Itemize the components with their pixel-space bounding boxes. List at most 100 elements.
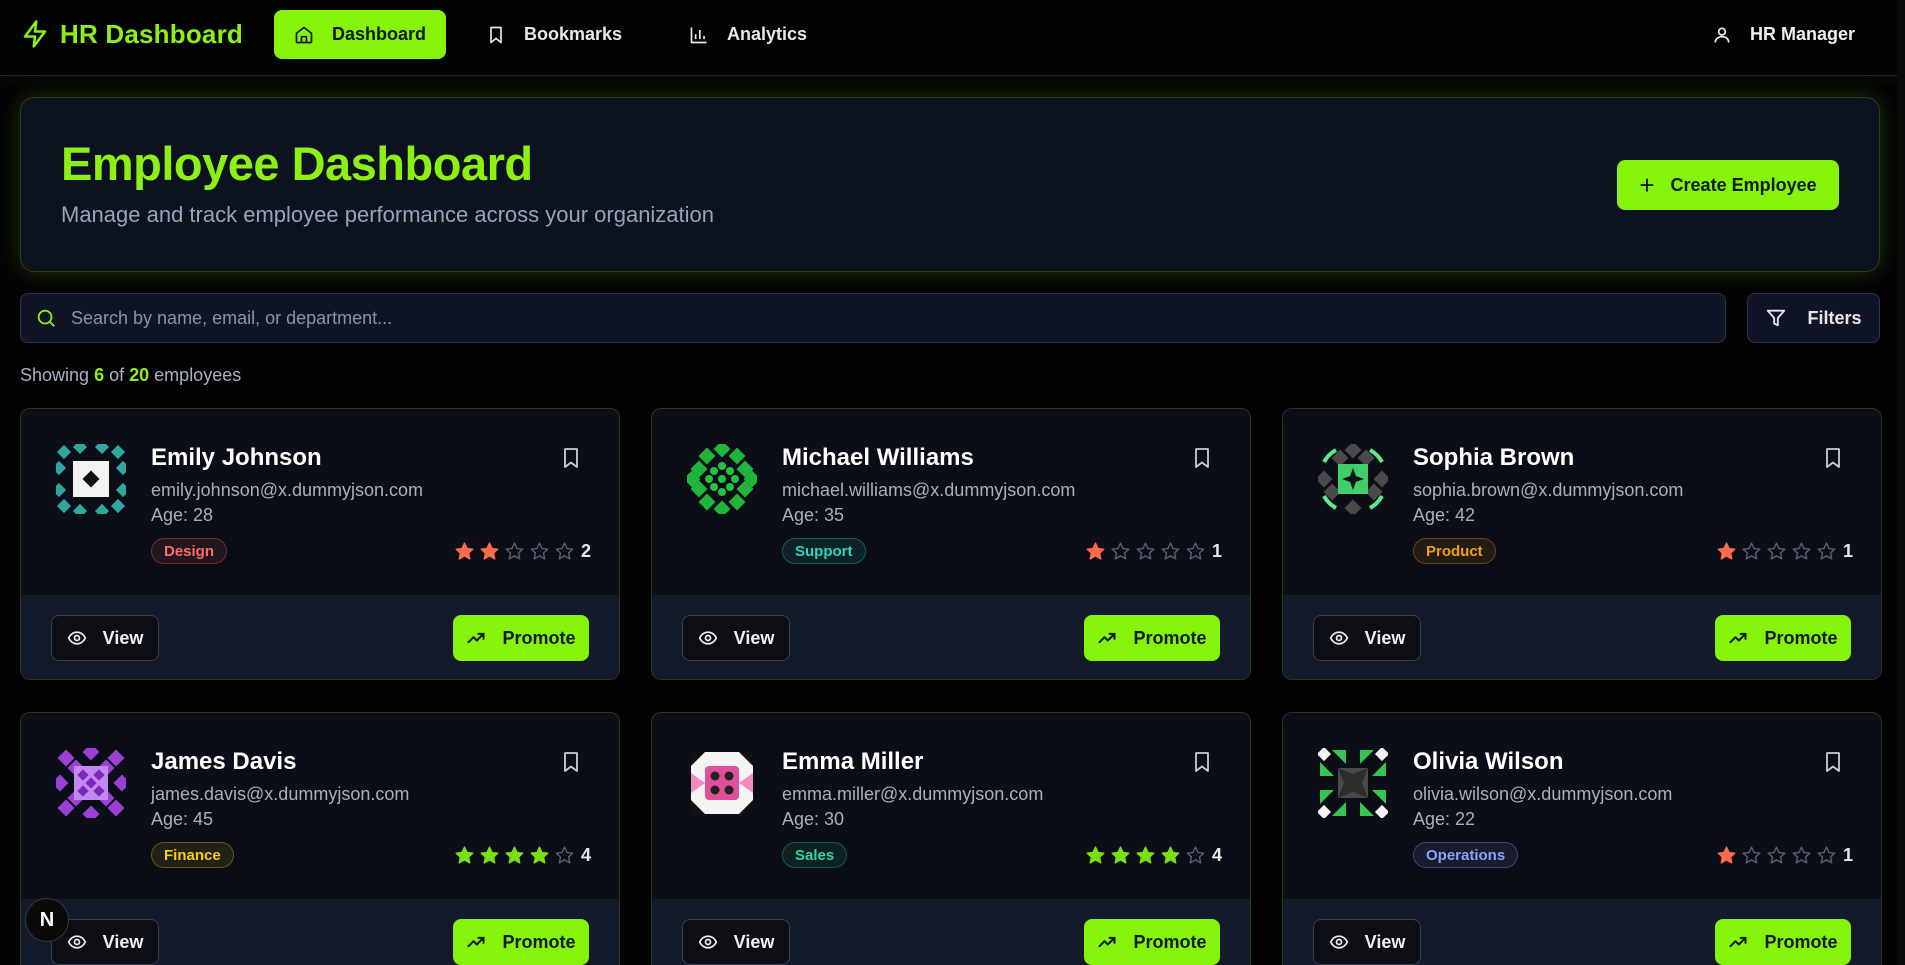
star-icon — [1767, 542, 1786, 560]
employee-card[interactable]: Michael Williams michael.williams@x.dumm… — [651, 408, 1251, 680]
employee-age: Age: 42 — [1413, 505, 1476, 525]
star-icon — [1817, 542, 1836, 560]
nav-bookmarks-label: Bookmarks — [524, 24, 623, 44]
filter-icon — [1767, 309, 1786, 327]
bookmark-icon[interactable] — [1823, 751, 1843, 773]
department-badge: Operations — [1413, 842, 1519, 868]
employee-email: james.davis@x.dummyjson.com — [151, 784, 410, 804]
promote-button[interactable]: Promote — [1715, 919, 1851, 965]
employee-age: Age: 30 — [782, 809, 845, 829]
promote-button[interactable]: Promote — [1715, 615, 1851, 661]
view-button[interactable]: View — [1313, 615, 1421, 661]
employee-card[interactable]: Olivia Wilson olivia.wilson@x.dummyjson.… — [1282, 712, 1882, 965]
employee-card[interactable]: Emily Johnson emily.johnson@x.dummyjson.… — [20, 408, 620, 680]
employee-email: michael.williams@x.dummyjson.com — [782, 480, 1076, 500]
create-employee-button[interactable]: + Create Employee — [1617, 160, 1839, 210]
promote-button[interactable]: Promote — [453, 615, 589, 661]
rating-stars: 4 — [454, 845, 591, 866]
employee-card[interactable]: James Davis james.davis@x.dummyjson.com … — [20, 712, 620, 965]
bookmark-icon[interactable] — [1192, 751, 1212, 773]
card-header: Olivia Wilson olivia.wilson@x.dummyjson.… — [1283, 713, 1881, 899]
employee-age: Age: 45 — [151, 809, 214, 829]
trending-up-icon — [1729, 936, 1747, 948]
view-button[interactable]: View — [51, 615, 159, 661]
dev-tools-badge-letter: N — [39, 908, 55, 931]
view-label: View — [102, 627, 144, 648]
bookmark-icon[interactable] — [561, 447, 581, 469]
results-count: Showing 6 of 20 employees — [20, 365, 241, 386]
promote-button[interactable]: Promote — [1084, 615, 1220, 661]
card-header: James Davis james.davis@x.dummyjson.com … — [21, 713, 619, 899]
page-title: Employee Dashboard — [61, 137, 533, 190]
rating-value: 1 — [1211, 541, 1222, 561]
employee-age: Age: 28 — [151, 505, 214, 525]
employee-name: Emma Miller — [782, 748, 924, 775]
rating-stars: 2 — [454, 541, 591, 562]
star-icon — [1792, 542, 1811, 560]
rating-value: 1 — [1842, 541, 1853, 561]
bar-chart-icon — [690, 27, 707, 43]
trending-up-icon — [1098, 632, 1116, 644]
star-icon — [1086, 846, 1105, 864]
employee-age: Age: 22 — [1413, 809, 1476, 829]
employee-email: olivia.wilson@x.dummyjson.com — [1413, 784, 1673, 804]
eye-icon — [1329, 631, 1348, 645]
card-header: Emma Miller emma.miller@x.dummyjson.com … — [652, 713, 1250, 899]
bookmark-icon[interactable] — [561, 751, 581, 773]
showing-of: of — [109, 365, 125, 385]
view-button[interactable]: View — [682, 919, 790, 965]
nav-dashboard[interactable]: Dashboard — [274, 10, 446, 59]
user-name: HR Manager — [1749, 24, 1855, 44]
bookmark-icon[interactable] — [1823, 447, 1843, 469]
star-icon — [1792, 846, 1811, 864]
rating-value: 2 — [580, 541, 591, 561]
department-badge: Support — [782, 538, 866, 564]
search-input[interactable] — [71, 307, 1671, 329]
star-icon — [1817, 846, 1836, 864]
nav-analytics[interactable]: Analytics — [669, 10, 827, 59]
card-actions: View Promote — [21, 899, 619, 965]
employee-card[interactable]: Emma Miller emma.miller@x.dummyjson.com … — [651, 712, 1251, 965]
dev-tools-badge[interactable]: N — [25, 898, 69, 942]
view-label: View — [1364, 931, 1406, 952]
rating-value: 1 — [1842, 845, 1853, 865]
view-button[interactable]: View — [682, 615, 790, 661]
rating-stars: 1 — [1716, 541, 1853, 562]
showing-suffix: employees — [154, 365, 242, 385]
brand[interactable]: HR Dashboard — [20, 18, 243, 50]
view-label: View — [1364, 627, 1406, 648]
promote-label: Promote — [1764, 931, 1838, 952]
card-header: Sophia Brown sophia.brown@x.dummyjson.co… — [1283, 409, 1881, 595]
star-icon — [455, 846, 474, 864]
employee-email: emily.johnson@x.dummyjson.com — [151, 480, 424, 500]
nav-dashboard-label: Dashboard — [331, 24, 426, 44]
employee-age: Age: 35 — [782, 505, 845, 525]
promote-label: Promote — [502, 627, 576, 648]
card-header: Emily Johnson emily.johnson@x.dummyjson.… — [21, 409, 619, 595]
view-label: View — [733, 627, 775, 648]
card-actions: View Promote — [1283, 899, 1881, 965]
star-icon — [1136, 542, 1155, 560]
card-actions: View Promote — [652, 595, 1250, 679]
department-badge: Finance — [151, 842, 234, 868]
nav-bookmarks[interactable]: Bookmarks — [466, 10, 642, 59]
view-button[interactable]: View — [1313, 919, 1421, 965]
promote-button[interactable]: Promote — [453, 919, 589, 965]
eye-icon — [1329, 935, 1348, 949]
employee-name: Emily Johnson — [151, 444, 322, 471]
employee-card[interactable]: Sophia Brown sophia.brown@x.dummyjson.co… — [1282, 408, 1882, 680]
promote-button[interactable]: Promote — [1084, 919, 1220, 965]
page-scrollbar[interactable] — [1897, 0, 1905, 965]
bookmark-icon — [490, 26, 502, 43]
employee-name: Olivia Wilson — [1413, 748, 1564, 775]
home-icon — [295, 26, 313, 43]
star-icon — [455, 542, 474, 560]
filters-button[interactable]: Filters — [1747, 293, 1880, 343]
star-icon — [1186, 542, 1205, 560]
bookmark-icon[interactable] — [1192, 447, 1212, 469]
filters-label: Filters — [1807, 307, 1862, 328]
department-badge: Product — [1413, 538, 1496, 564]
nav-analytics-label: Analytics — [727, 24, 808, 44]
avatar — [683, 440, 761, 518]
user-menu[interactable]: HR Manager — [1712, 10, 1855, 59]
